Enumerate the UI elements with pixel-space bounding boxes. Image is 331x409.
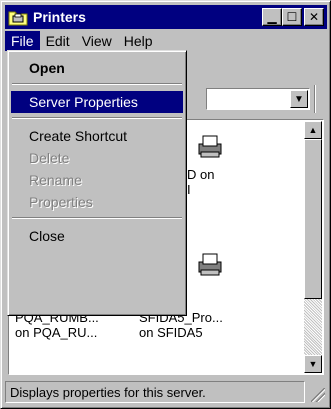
menu-rename[interactable]: Rename xyxy=(11,169,183,191)
menu-separator xyxy=(12,117,182,119)
menu-delete-label: Delete xyxy=(29,150,70,166)
menu-view[interactable]: View xyxy=(76,31,118,51)
printer-label-fragment-2: I xyxy=(187,182,191,197)
menu-create-shortcut-label: Create Shortcut xyxy=(29,128,128,144)
printer-item-2-location[interactable]: on SFIDA5 xyxy=(139,325,203,340)
chevron-down-icon: ▼ xyxy=(294,93,304,105)
status-text: Displays properties for this server. xyxy=(5,381,305,403)
menu-open[interactable]: Open xyxy=(11,57,183,79)
menu-properties-label: Properties xyxy=(29,194,93,210)
status-bar: Displays properties for this server. xyxy=(5,380,327,404)
printer-icon[interactable] xyxy=(195,132,225,162)
menu-server-properties-label: Server Properties xyxy=(29,94,138,110)
menu-close-label: Close xyxy=(29,228,65,244)
menu-rename-label: Rename xyxy=(29,172,82,188)
resize-grip-icon[interactable] xyxy=(311,388,325,402)
menu-file[interactable]: File xyxy=(5,31,40,51)
menu-bar: File Edit View Help xyxy=(5,30,159,52)
menu-close[interactable]: Close xyxy=(11,225,183,247)
minimize-button[interactable]: ▁ xyxy=(262,8,282,26)
printers-window: Printers ▁ ☐ ✕ File Edit View Help ▼ D o… xyxy=(0,0,331,409)
maximize-icon: ☐ xyxy=(286,10,298,24)
minimize-icon: ▁ xyxy=(267,10,277,24)
maximize-button[interactable]: ☐ xyxy=(282,8,302,26)
menu-help[interactable]: Help xyxy=(118,31,159,51)
scroll-down-button[interactable]: ▼ xyxy=(304,355,322,373)
menu-edit[interactable]: Edit xyxy=(40,31,76,51)
toolbar-separator xyxy=(314,85,316,113)
scroll-up-button[interactable]: ▲ xyxy=(304,121,322,139)
menu-separator xyxy=(12,217,182,219)
title-bar[interactable]: Printers ▁ ☐ ✕ xyxy=(5,5,327,29)
scroll-thumb[interactable] xyxy=(304,139,322,299)
close-icon: ✕ xyxy=(308,10,320,24)
combo-dropdown-button[interactable]: ▼ xyxy=(290,90,308,108)
menu-server-properties[interactable]: Server Properties xyxy=(11,91,183,113)
menu-create-shortcut[interactable]: Create Shortcut xyxy=(11,125,183,147)
menu-separator xyxy=(12,83,182,85)
menu-delete[interactable]: Delete xyxy=(11,147,183,169)
arrow-down-icon: ▼ xyxy=(308,359,318,369)
window-title: Printers xyxy=(33,9,86,25)
menu-open-label: Open xyxy=(29,60,65,76)
vertical-scrollbar[interactable]: ▲ ▼ xyxy=(304,121,322,373)
address-combo[interactable]: ▼ xyxy=(206,88,310,110)
printer-item-1-location[interactable]: on PQA_RU... xyxy=(15,325,97,340)
arrow-up-icon: ▲ xyxy=(308,125,318,135)
printer-icon-2[interactable] xyxy=(195,250,225,280)
close-window-button[interactable]: ✕ xyxy=(304,8,324,26)
printer-label-fragment: D on xyxy=(187,167,215,182)
menu-properties[interactable]: Properties xyxy=(11,191,183,213)
printers-folder-icon xyxy=(8,8,28,26)
file-menu-dropdown: Open Server Properties Create Shortcut D… xyxy=(7,50,187,316)
